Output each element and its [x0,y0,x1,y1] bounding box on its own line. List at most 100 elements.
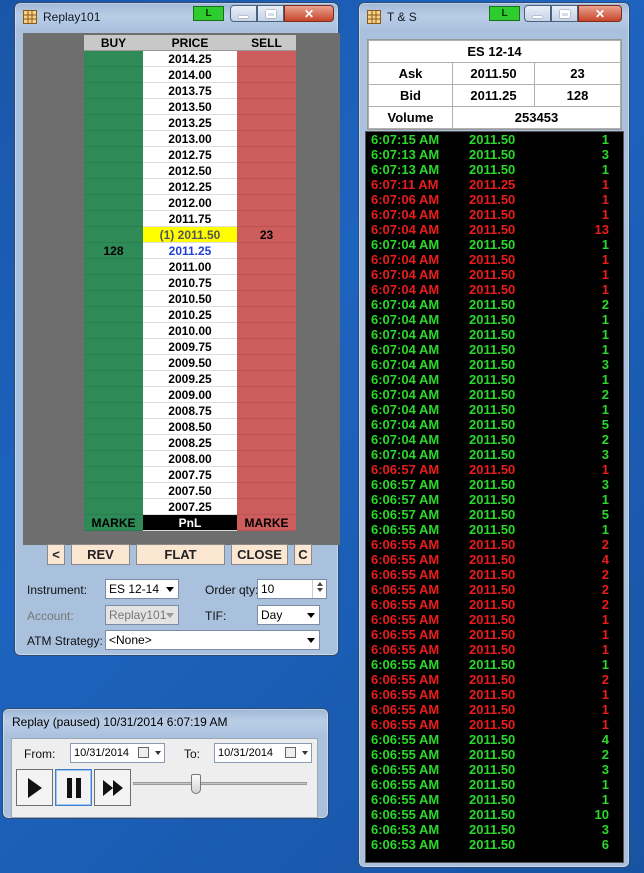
close-button[interactable]: ✕ [578,5,622,22]
sell-cell[interactable] [237,243,296,259]
trade-row: 6:07:11 AM 2011.25 1 [366,177,623,192]
fast-forward-button[interactable] [94,769,131,806]
buy-cell[interactable] [84,99,143,115]
buy-cell[interactable] [84,195,143,211]
trades-list[interactable]: 6:07:15 AM 2011.50 1 6:07:13 AM 2011.50 3 6:07… [365,131,624,863]
rev-button[interactable]: REV [71,544,130,565]
c-button[interactable]: C [294,544,312,565]
trade-price: 2011.50 [469,387,516,402]
sell-cell[interactable] [237,259,296,275]
instrument-select[interactable]: ES 12-14 [105,579,179,599]
sell-cell[interactable] [237,83,296,99]
buy-cell[interactable] [84,307,143,323]
close-button[interactable]: ✕ [284,5,334,22]
buy-cell[interactable] [84,355,143,371]
sell-cell[interactable] [237,147,296,163]
qty-stepper[interactable] [312,580,326,598]
sell-cell[interactable] [237,371,296,387]
trade-row: 6:07:13 AM 2011.50 1 [366,162,623,177]
dom-link-button[interactable]: L [193,6,224,21]
pause-button[interactable] [55,769,92,806]
buy-cell[interactable] [84,451,143,467]
left-arrow-button[interactable]: < [47,544,65,565]
chevron-down-icon [166,613,174,618]
buy-cell[interactable] [84,371,143,387]
sell-market-button[interactable]: MARKE [237,515,296,531]
buy-cell[interactable] [84,259,143,275]
ladder-row: 2012.25 [84,179,296,195]
sell-cell[interactable] [237,291,296,307]
buy-cell[interactable] [84,467,143,483]
play-button[interactable] [16,769,53,806]
sell-cell[interactable] [237,419,296,435]
sell-cell[interactable] [237,451,296,467]
trade-price: 2011.50 [469,747,516,762]
sell-cell[interactable] [237,99,296,115]
buy-cell[interactable] [84,499,143,515]
trade-time: 6:07:04 AM [371,372,440,387]
maximize-button[interactable] [551,5,578,22]
sell-cell[interactable]: 23 [237,227,296,243]
trade-time: 6:06:55 AM [371,627,440,642]
replay-speed-slider-thumb[interactable] [190,774,201,794]
sell-cell[interactable] [237,51,296,67]
buy-cell[interactable] [84,179,143,195]
buy-cell[interactable] [84,51,143,67]
buy-cell[interactable] [84,483,143,499]
sell-cell[interactable] [237,307,296,323]
buy-cell[interactable] [84,275,143,291]
maximize-icon [559,9,570,18]
sell-cell[interactable] [237,67,296,83]
trade-row: 6:07:13 AM 2011.50 3 [366,147,623,162]
sell-cell[interactable] [237,211,296,227]
from-date-picker[interactable]: 10/31/2014 [70,743,165,763]
calendar-icon[interactable] [285,747,296,758]
buy-cell[interactable]: 128 [84,243,143,259]
sell-cell[interactable] [237,403,296,419]
maximize-button[interactable] [257,5,284,22]
buy-cell[interactable] [84,387,143,403]
buy-cell[interactable] [84,323,143,339]
sell-cell[interactable] [237,323,296,339]
minimize-button[interactable] [524,5,551,22]
sell-cell[interactable] [237,483,296,499]
buy-cell[interactable] [84,131,143,147]
ts-link-button[interactable]: L [489,6,520,21]
buy-cell[interactable] [84,67,143,83]
buy-cell[interactable] [84,83,143,99]
sell-cell[interactable] [237,499,296,515]
buy-cell[interactable] [84,435,143,451]
close-position-button[interactable]: CLOSE [231,544,288,565]
sell-cell[interactable] [237,195,296,211]
trade-price: 2011.50 [469,267,516,282]
sell-cell[interactable] [237,467,296,483]
buy-market-button[interactable]: MARKE [84,515,143,531]
to-date-picker[interactable]: 10/31/2014 [214,743,312,763]
flat-button[interactable]: FLAT [136,544,225,565]
buy-cell[interactable] [84,163,143,179]
replay-speed-track[interactable] [133,782,307,785]
sell-cell[interactable] [237,387,296,403]
sell-cell[interactable] [237,179,296,195]
buy-cell[interactable] [84,291,143,307]
buy-cell[interactable] [84,211,143,227]
calendar-icon[interactable] [138,747,149,758]
sell-cell[interactable] [237,339,296,355]
buy-cell[interactable] [84,115,143,131]
buy-cell[interactable] [84,147,143,163]
sell-cell[interactable] [237,131,296,147]
buy-cell[interactable] [84,403,143,419]
sell-cell[interactable] [237,163,296,179]
buy-cell[interactable] [84,419,143,435]
sell-cell[interactable] [237,435,296,451]
sell-cell[interactable] [237,115,296,131]
minimize-button[interactable] [230,5,257,22]
tif-select[interactable]: Day [257,605,320,625]
sell-cell[interactable] [237,275,296,291]
ladder-row: 2011.75 [84,211,296,227]
order-qty-input[interactable]: 10 [257,579,327,599]
buy-cell[interactable] [84,227,143,243]
sell-cell[interactable] [237,355,296,371]
buy-cell[interactable] [84,339,143,355]
atm-strategy-select[interactable]: <None> [105,630,320,650]
